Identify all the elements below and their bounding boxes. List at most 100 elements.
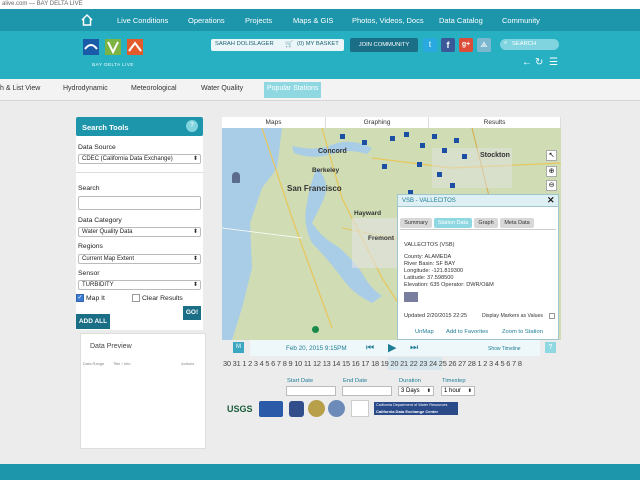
timeline-day-numbers: 30 31 1 2 3 4 5 6 7 8 9 10 11 12 13 14 1… <box>223 359 522 368</box>
chevron-down-icon: ⬍ <box>192 156 198 162</box>
state-seal[interactable] <box>308 400 325 417</box>
station-marker[interactable] <box>454 138 459 143</box>
station-marker[interactable] <box>420 143 425 148</box>
station-marker[interactable] <box>442 148 447 153</box>
start-date-field[interactable] <box>286 386 336 396</box>
user-bar: SARAH DOLISLAGER 🛒 (0) MY BASKET <box>211 39 344 51</box>
basket-icon[interactable]: 🛒 <box>285 40 293 48</box>
data-category-select[interactable]: Water Quality Data ⬍ <box>78 227 201 237</box>
unmap-link[interactable]: UnMap <box>415 329 434 335</box>
station-marker[interactable] <box>390 136 395 141</box>
agency-logo[interactable] <box>259 401 283 417</box>
regions-select[interactable]: Current Map Extent ⬍ <box>78 254 201 264</box>
agency-logo[interactable] <box>351 400 369 417</box>
agency-seal[interactable] <box>289 401 304 417</box>
map-label-fremont: Fremont <box>368 235 394 242</box>
station-thumbnail[interactable] <box>404 292 418 302</box>
tab-results[interactable]: Results <box>429 117 561 128</box>
back-arrow-icon[interactable]: ← <box>522 57 532 68</box>
site-logo[interactable]: BAY·DELTA LIVE <box>83 37 143 67</box>
station-marker[interactable] <box>340 134 345 139</box>
google-plus-icon[interactable]: g+ <box>459 38 473 52</box>
month-button[interactable]: M <box>233 342 244 353</box>
nav-data-catalog[interactable]: Data Catalog <box>439 16 483 25</box>
station-marker[interactable] <box>382 164 387 169</box>
nav-live-conditions[interactable]: Live Conditions <box>117 16 168 25</box>
search-placeholder: SEARCH <box>512 41 537 47</box>
nav-community[interactable]: Community <box>502 16 540 25</box>
zoom-in-icon[interactable]: ⊕ <box>546 166 557 177</box>
nav-maps-gis[interactable]: Maps & GIS <box>293 16 333 25</box>
popup-title: VSB - VALLECITOS <box>402 198 456 204</box>
popup-tab-station-data[interactable]: Station Data <box>434 218 472 228</box>
help-icon[interactable]: ? <box>186 120 198 132</box>
zoom-out-icon[interactable]: ⊖ <box>546 180 557 191</box>
tab-meteorological[interactable]: Meteorological <box>131 85 177 92</box>
play-icon[interactable]: ▶ <box>388 341 396 354</box>
add-to-favorites-link[interactable]: Add to Favorites <box>446 329 488 335</box>
timeline-help-button[interactable]: ? <box>545 342 556 353</box>
cdec-banner[interactable]: California Department of Water Resources… <box>374 402 458 415</box>
add-all-button[interactable]: ADD ALL <box>76 314 110 329</box>
share-icon[interactable]: ⟁ <box>477 38 491 52</box>
map-it-checkbox[interactable]: ✓ <box>76 294 84 302</box>
popup-tab-summary[interactable]: Summary <box>400 218 432 228</box>
data-source-select[interactable]: CDEC (California Data Exchange) ⬍ <box>78 154 201 164</box>
tab-popular-stations[interactable]: Popular Stations <box>264 82 322 98</box>
map-pin-icon[interactable] <box>232 172 240 183</box>
station-marker[interactable] <box>432 134 437 139</box>
regions-label: Regions <box>78 243 103 250</box>
station-marker[interactable] <box>362 140 367 145</box>
zoom-to-station-link[interactable]: Zoom to Station <box>502 329 543 335</box>
map-label-concord: Concord <box>318 148 347 155</box>
pointer-tool-icon[interactable]: ↖ <box>546 150 557 161</box>
nav-projects[interactable]: Projects <box>245 16 272 25</box>
partner-logos: USGS California Department of Water Reso… <box>222 397 462 419</box>
list-menu-icon[interactable]: ☰ <box>549 57 558 68</box>
end-date-field[interactable] <box>342 386 392 396</box>
sensor-select[interactable]: TURBIDITY ⬍ <box>78 280 201 290</box>
station-longitude: Longitude: -121.819300 <box>404 268 464 274</box>
tab-water-quality[interactable]: Water Quality <box>201 85 243 92</box>
data-preview-title: Data Preview <box>90 343 132 350</box>
tab-graph-list-view[interactable]: h & List View <box>0 85 40 92</box>
timeline-days[interactable]: 30 31 1 2 3 4 5 6 7 8 9 10 11 12 13 14 1… <box>222 357 561 370</box>
skip-forward-icon[interactable]: ⏭ <box>410 342 418 353</box>
agency-seal[interactable] <box>328 400 345 417</box>
duration-select[interactable]: 3 Days ⬍ <box>398 386 434 396</box>
join-community-button[interactable]: JOIN COMMUNITY <box>350 38 418 52</box>
data-category-value: Water Quality Data <box>82 229 133 235</box>
twitter-icon[interactable]: t <box>423 38 437 52</box>
station-marker[interactable] <box>462 154 467 159</box>
station-marker-green[interactable] <box>312 326 319 333</box>
station-marker[interactable] <box>404 132 409 137</box>
go-button[interactable]: GO! <box>183 306 201 320</box>
search-box[interactable]: ⌕ SEARCH <box>500 39 559 50</box>
nav-operations[interactable]: Operations <box>188 16 225 25</box>
nav-photos-videos-docs[interactable]: Photos, Videos, Docs <box>352 16 424 25</box>
facebook-icon[interactable]: f <box>441 38 455 52</box>
user-name[interactable]: SARAH DOLISLAGER <box>215 41 274 47</box>
station-marker[interactable] <box>417 162 422 167</box>
popup-tab-meta-data[interactable]: Meta Data <box>500 218 534 228</box>
usgs-logo[interactable]: USGS <box>227 404 257 415</box>
tab-maps[interactable]: Maps <box>222 117 326 128</box>
refresh-icon[interactable]: ↻ <box>535 57 543 68</box>
home-icon[interactable] <box>80 13 94 26</box>
divider <box>76 172 203 173</box>
show-timeline-link[interactable]: Show Timeline <box>488 346 521 352</box>
display-markers-checkbox[interactable] <box>549 313 555 319</box>
search-field[interactable] <box>78 196 201 210</box>
close-icon[interactable]: ✕ <box>547 195 555 206</box>
display-markers-label: Display Markers as Values <box>482 313 544 319</box>
timestep-select[interactable]: 1 hour ⬍ <box>441 386 475 396</box>
tab-graphing[interactable]: Graphing <box>326 117 429 128</box>
station-marker[interactable] <box>450 183 455 188</box>
tab-hydrodynamic[interactable]: Hydrodynamic <box>63 85 108 92</box>
clear-results-checkbox[interactable] <box>132 294 140 302</box>
skip-back-icon[interactable]: ⏮ <box>366 342 374 353</box>
station-marker[interactable] <box>437 172 442 177</box>
basket-link[interactable]: (0) MY BASKET <box>297 41 339 47</box>
duration-label: Duration <box>399 378 421 384</box>
popup-tab-graph[interactable]: Graph <box>474 218 498 228</box>
